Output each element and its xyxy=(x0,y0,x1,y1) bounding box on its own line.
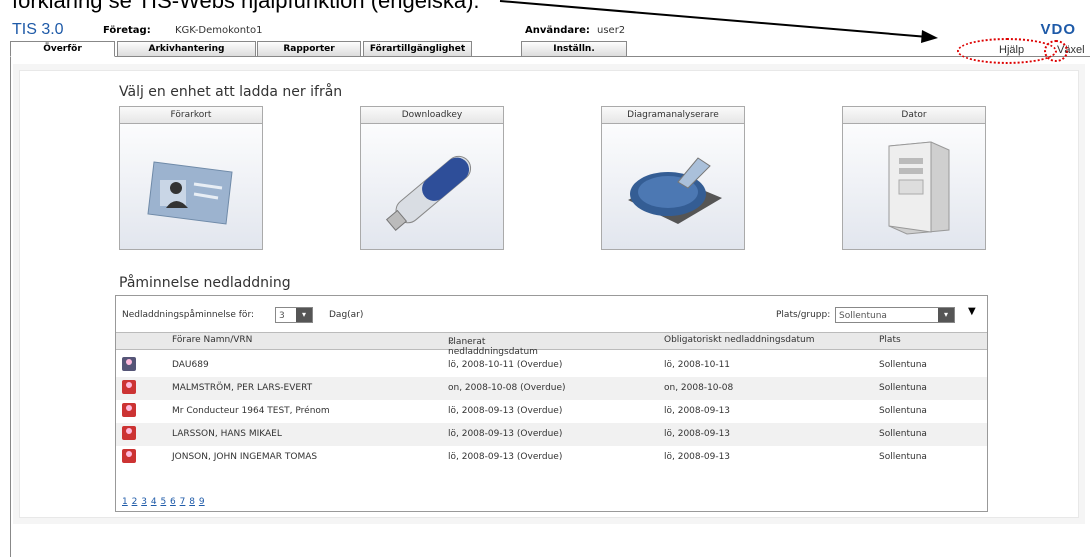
panel-menu-icon[interactable]: ▼ xyxy=(968,306,976,317)
user-value: user2 xyxy=(597,25,626,36)
table-row[interactable]: LARSSON, HANS MIKAEL lö, 2008-09-13 (Ove… xyxy=(116,423,987,446)
row-required: lö, 2008-09-13 xyxy=(664,452,731,462)
company-label: Företag: xyxy=(103,25,151,36)
reminder-heading: Påminnelse nedladdning xyxy=(119,275,291,291)
row-planned: lö, 2008-09-13 (Overdue) xyxy=(448,452,563,462)
chevron-down-icon: ▾ xyxy=(938,308,954,322)
row-planned: on, 2008-10-08 (Overdue) xyxy=(448,383,566,393)
col-place[interactable]: Plats xyxy=(879,335,901,345)
driver-icon xyxy=(122,403,136,417)
place-value: Sollentuna xyxy=(839,311,887,321)
days-unit: Dag(ar) xyxy=(329,310,364,320)
vehicle-icon xyxy=(122,357,136,371)
driver-card-icon xyxy=(147,161,233,225)
vdo-logo: VDO xyxy=(1040,21,1076,38)
device-label: Diagramanalyserare xyxy=(602,107,744,124)
computer-tower-icon xyxy=(888,141,950,235)
row-place: Sollentuna xyxy=(879,452,927,462)
pager: 1 2 3 4 5 6 7 8 9 xyxy=(122,497,206,507)
table-row[interactable]: MALMSTRÖM, PER LARS-EVERT on, 2008-10-08… xyxy=(116,377,987,400)
col-driver[interactable]: Förare Namn/VRN xyxy=(172,335,252,345)
page-link[interactable]: 1 xyxy=(122,497,128,507)
reminder-for-label: Nedladdningspåminnelse för: xyxy=(122,310,255,320)
frame-border xyxy=(10,57,11,557)
device-label: Downloadkey xyxy=(361,107,503,124)
company-value: KGK-Demokonto1 xyxy=(175,25,263,36)
device-computer[interactable]: Dator xyxy=(842,106,986,250)
row-name: JONSON, JOHN INGEMAR TOMAS xyxy=(172,452,318,462)
app-logo: TIS 3.0 xyxy=(12,21,64,38)
tab-archive[interactable]: Arkivhantering xyxy=(117,41,256,57)
place-select[interactable]: Sollentuna ▾ xyxy=(835,307,955,323)
chart-analyzer-icon xyxy=(628,157,722,224)
page-link[interactable]: 6 xyxy=(170,497,176,507)
row-place: Sollentuna xyxy=(879,383,927,393)
sort-icon: ⌄ xyxy=(448,337,456,347)
page-link[interactable]: 2 xyxy=(132,497,138,507)
page-link[interactable]: 7 xyxy=(180,497,186,507)
row-name: DAU689 xyxy=(172,360,209,370)
row-name: LARSSON, HANS MIKAEL xyxy=(172,429,282,439)
row-planned: lö, 2008-09-13 (Overdue) xyxy=(448,429,563,439)
page-link[interactable]: 8 xyxy=(189,497,195,507)
row-required: lö, 2008-09-13 xyxy=(664,429,731,439)
row-required: lö, 2008-10-11 xyxy=(664,360,731,370)
driver-icon xyxy=(122,426,136,440)
device-label: Förarkort xyxy=(120,107,262,124)
device-downloadkey[interactable]: Downloadkey xyxy=(360,106,504,250)
tab-reports[interactable]: Rapporter xyxy=(257,41,361,57)
device-driver-card[interactable]: Förarkort xyxy=(119,106,263,250)
tab-transfer[interactable]: Överför xyxy=(10,41,115,57)
driver-icon xyxy=(122,449,136,463)
row-required: lö, 2008-09-13 xyxy=(664,406,731,416)
row-place: Sollentuna xyxy=(879,406,927,416)
device-label: Dator xyxy=(843,107,985,124)
row-place: Sollentuna xyxy=(879,360,927,370)
table-row[interactable]: DAU689 lö, 2008-10-11 (Overdue) lö, 2008… xyxy=(116,354,987,377)
downloadkey-icon xyxy=(385,155,472,231)
reminder-panel: Nedladdningspåminnelse för: 3 ▾ Dag(ar) … xyxy=(115,295,988,512)
row-name: MALMSTRÖM, PER LARS-EVERT xyxy=(172,383,313,393)
switch-highlight-mark xyxy=(1044,40,1068,62)
table-row[interactable]: JONSON, JOHN INGEMAR TOMAS lö, 2008-09-1… xyxy=(116,446,987,469)
device-chart-analyzer[interactable]: Diagramanalyserare xyxy=(601,106,745,250)
row-planned: lö, 2008-09-13 (Overdue) xyxy=(448,406,563,416)
col-required[interactable]: Obligatoriskt nedladdningsdatum xyxy=(664,335,815,345)
days-select[interactable]: 3 ▾ xyxy=(275,307,313,323)
row-place: Sollentuna xyxy=(879,429,927,439)
days-value: 3 xyxy=(279,311,285,321)
download-heading: Välj en enhet att ladda ner ifrån xyxy=(119,84,343,100)
page-link[interactable]: 3 xyxy=(141,497,147,507)
place-label: Plats/grupp: xyxy=(776,310,831,320)
row-name: Mr Conducteur 1964 TEST, Prénom xyxy=(172,406,330,416)
driver-icon xyxy=(122,380,136,394)
reminder-controls: Nedladdningspåminnelse för: 3 ▾ Dag(ar) … xyxy=(116,296,987,332)
tab-driver-availability[interactable]: Förartillgänglighet xyxy=(363,41,472,57)
page-link[interactable]: 5 xyxy=(160,497,166,507)
row-planned: lö, 2008-10-11 (Overdue) xyxy=(448,360,563,370)
chevron-down-icon: ▾ xyxy=(296,308,312,322)
page-link[interactable]: 4 xyxy=(151,497,157,507)
user-label: Användare: xyxy=(525,25,590,36)
table-header: Förare Namn/VRN Planerat nedladdningsdat… xyxy=(116,332,987,357)
row-required: on, 2008-10-08 xyxy=(664,383,734,393)
tab-settings[interactable]: Inställn. xyxy=(521,41,627,57)
help-highlight-ring xyxy=(957,38,1057,64)
table-row[interactable]: Mr Conducteur 1964 TEST, Prénom lö, 2008… xyxy=(116,400,987,423)
page-link[interactable]: 9 xyxy=(199,497,205,507)
